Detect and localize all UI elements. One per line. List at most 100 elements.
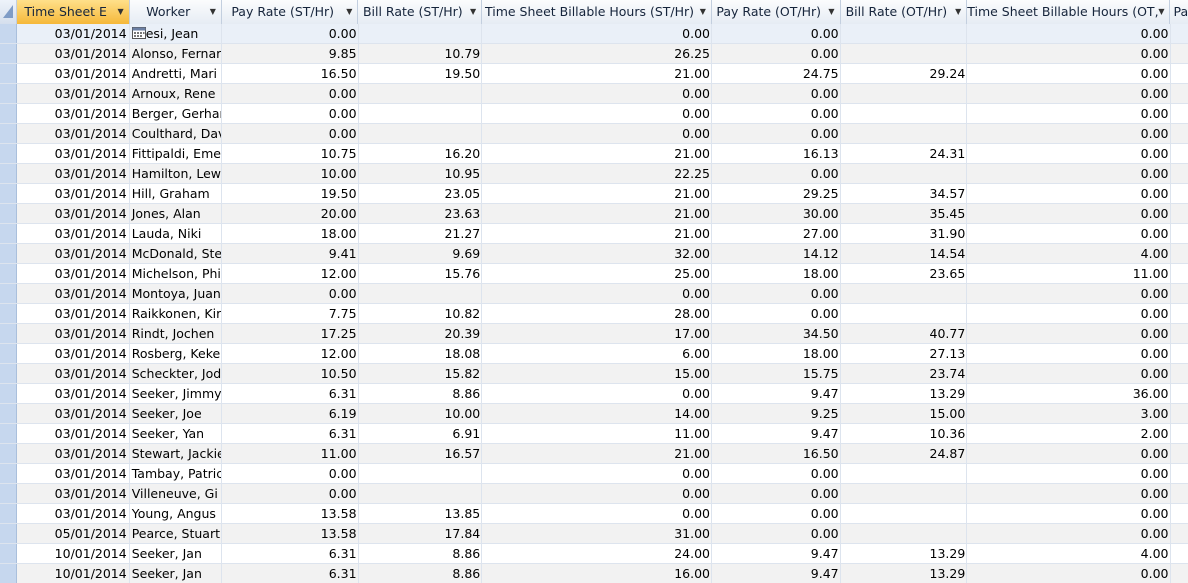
cell-pay-extra[interactable] bbox=[1171, 184, 1188, 203]
table-row[interactable]: 03/01/2014 Coulthard, Dav 0.00 0.00 0.00 0.00 bbox=[0, 124, 1188, 144]
table-row[interactable]: 03/01/2014 Arnoux, Rene 0.00 0.00 0.00 0.00 bbox=[0, 84, 1188, 104]
chevron-down-icon[interactable]: ▼ bbox=[700, 0, 706, 24]
column-header-pay-extra[interactable]: Pa bbox=[1170, 0, 1188, 24]
cell-worker[interactable]: Rosberg, Keke bbox=[130, 344, 223, 363]
cell-billable-hours-st[interactable]: 21.00 bbox=[482, 204, 712, 223]
cell-pay-rate-ot[interactable]: 24.75 bbox=[712, 64, 841, 83]
cell-pay-rate-st[interactable]: 6.31 bbox=[222, 564, 359, 583]
row-selector[interactable] bbox=[0, 404, 17, 423]
cell-worker[interactable]: Young, Angus bbox=[130, 504, 223, 523]
cell-pay-extra[interactable] bbox=[1171, 464, 1188, 483]
cell-bill-rate-st[interactable] bbox=[359, 124, 483, 143]
cell-billable-hours-st[interactable]: 21.00 bbox=[482, 144, 712, 163]
cell-worker[interactable]: Scheckter, Jod bbox=[130, 364, 223, 383]
cell-worker[interactable]: Seeker, Yan bbox=[130, 424, 223, 443]
cell-pay-rate-st[interactable]: 0.00 bbox=[222, 24, 359, 43]
cell-bill-rate-st[interactable]: 18.08 bbox=[359, 344, 483, 363]
cell-billable-hours-st[interactable]: 26.25 bbox=[482, 44, 712, 63]
cell-billable-hours-ot[interactable]: 0.00 bbox=[967, 484, 1171, 503]
cell-billable-hours-st[interactable]: 11.00 bbox=[482, 424, 712, 443]
cell-pay-extra[interactable] bbox=[1171, 224, 1188, 243]
table-row[interactable]: 05/01/2014 Pearce, Stuart 13.58 17.84 31.00 0… bbox=[0, 524, 1188, 544]
cell-time-sheet-end[interactable]: 03/01/2014 bbox=[17, 304, 130, 323]
cell-bill-rate-ot[interactable] bbox=[841, 484, 968, 503]
cell-pay-rate-st[interactable]: 0.00 bbox=[222, 104, 359, 123]
cell-pay-extra[interactable] bbox=[1171, 244, 1188, 263]
cell-pay-extra[interactable] bbox=[1171, 104, 1188, 123]
row-selector[interactable] bbox=[0, 564, 17, 583]
table-row[interactable]: 03/01/2014 Seeker, Yan 6.31 6.91 11.00 9.47 10… bbox=[0, 424, 1188, 444]
cell-billable-hours-ot[interactable]: 4.00 bbox=[967, 244, 1171, 263]
cell-billable-hours-ot[interactable]: 0.00 bbox=[967, 564, 1171, 583]
cell-bill-rate-st[interactable]: 10.79 bbox=[359, 44, 483, 63]
cell-billable-hours-ot[interactable]: 11.00 bbox=[967, 264, 1171, 283]
cell-time-sheet-end[interactable]: 03/01/2014 bbox=[17, 84, 130, 103]
row-selector[interactable] bbox=[0, 464, 17, 483]
cell-billable-hours-st[interactable]: 0.00 bbox=[482, 464, 712, 483]
cell-billable-hours-st[interactable]: 15.00 bbox=[482, 364, 712, 383]
row-selector[interactable] bbox=[0, 444, 17, 463]
table-row[interactable]: 03/01/2014 Fittipaldi, Eme 10.75 16.20 21.00… bbox=[0, 144, 1188, 164]
cell-bill-rate-ot[interactable]: 31.90 bbox=[841, 224, 968, 243]
cell-bill-rate-st[interactable] bbox=[359, 24, 483, 43]
cell-pay-rate-ot[interactable]: 9.25 bbox=[712, 404, 841, 423]
cell-worker[interactable]: Villeneuve, Gi bbox=[130, 484, 223, 503]
cell-bill-rate-st[interactable]: 15.76 bbox=[359, 264, 483, 283]
cell-pay-rate-ot[interactable]: 0.00 bbox=[712, 44, 841, 63]
cell-pay-rate-st[interactable]: 9.41 bbox=[222, 244, 359, 263]
cell-bill-rate-ot[interactable] bbox=[841, 524, 968, 543]
cell-billable-hours-st[interactable]: 21.00 bbox=[482, 444, 712, 463]
cell-pay-rate-st[interactable]: 6.31 bbox=[222, 544, 359, 563]
cell-bill-rate-st[interactable] bbox=[359, 84, 483, 103]
cell-time-sheet-end[interactable]: 03/01/2014 bbox=[17, 384, 130, 403]
cell-billable-hours-ot[interactable]: 0.00 bbox=[967, 124, 1171, 143]
row-selector[interactable] bbox=[0, 184, 17, 203]
cell-pay-rate-st[interactable]: 6.19 bbox=[222, 404, 359, 423]
cell-billable-hours-st[interactable]: 32.00 bbox=[482, 244, 712, 263]
cell-billable-hours-ot[interactable]: 0.00 bbox=[967, 304, 1171, 323]
table-row[interactable]: 03/01/2014 Villeneuve, Gi 0.00 0.00 0.00 0.00 bbox=[0, 484, 1188, 504]
cell-billable-hours-ot[interactable]: 0.00 bbox=[967, 64, 1171, 83]
cell-billable-hours-st[interactable]: 0.00 bbox=[482, 124, 712, 143]
column-header-bill-rate-ot[interactable]: Bill Rate (OT/Hr) ▼ bbox=[841, 0, 968, 24]
cell-bill-rate-ot[interactable]: 15.00 bbox=[841, 404, 968, 423]
cell-bill-rate-ot[interactable] bbox=[841, 464, 968, 483]
cell-pay-rate-st[interactable]: 18.00 bbox=[222, 224, 359, 243]
cell-bill-rate-st[interactable]: 10.00 bbox=[359, 404, 483, 423]
cell-bill-rate-st[interactable]: 13.85 bbox=[359, 504, 483, 523]
cell-time-sheet-end[interactable]: 05/01/2014 bbox=[17, 524, 130, 543]
cell-pay-rate-st[interactable]: 13.58 bbox=[222, 504, 359, 523]
cell-billable-hours-st[interactable]: 0.00 bbox=[482, 84, 712, 103]
cell-worker[interactable]: Hamilton, Lew bbox=[130, 164, 223, 183]
cell-billable-hours-st[interactable]: 24.00 bbox=[482, 544, 712, 563]
cell-time-sheet-end[interactable]: 10/01/2014 bbox=[17, 564, 130, 583]
row-selector[interactable] bbox=[0, 544, 17, 563]
table-row[interactable]: 03/01/2014 Hill, Graham 19.50 23.05 21.00 29.… bbox=[0, 184, 1188, 204]
cell-pay-extra[interactable] bbox=[1171, 524, 1188, 543]
cell-pay-extra[interactable] bbox=[1171, 284, 1188, 303]
cell-pay-rate-st[interactable]: 0.00 bbox=[222, 484, 359, 503]
cell-billable-hours-st[interactable]: 0.00 bbox=[482, 484, 712, 503]
cell-worker[interactable]: Berger, Gerhar bbox=[130, 104, 223, 123]
cell-bill-rate-ot[interactable] bbox=[841, 164, 968, 183]
row-selector[interactable] bbox=[0, 24, 17, 43]
column-header-worker[interactable]: Worker ▼ bbox=[130, 0, 222, 24]
table-row[interactable]: 03/01/2014 esi, Jean 0.00 0.00 0.00 0.00 bbox=[0, 24, 1188, 44]
cell-worker[interactable]: Rindt, Jochen bbox=[130, 324, 223, 343]
cell-bill-rate-st[interactable]: 16.20 bbox=[359, 144, 483, 163]
table-row[interactable]: 03/01/2014 Rosberg, Keke 12.00 18.08 6.00 18.… bbox=[0, 344, 1188, 364]
cell-time-sheet-end[interactable]: 03/01/2014 bbox=[17, 224, 130, 243]
cell-bill-rate-st[interactable]: 6.91 bbox=[359, 424, 483, 443]
cell-bill-rate-st[interactable]: 10.95 bbox=[359, 164, 483, 183]
cell-time-sheet-end[interactable]: 03/01/2014 bbox=[17, 464, 130, 483]
cell-pay-extra[interactable] bbox=[1171, 544, 1188, 563]
cell-pay-rate-ot[interactable]: 0.00 bbox=[712, 124, 841, 143]
cell-time-sheet-end[interactable]: 03/01/2014 bbox=[17, 404, 130, 423]
cell-billable-hours-ot[interactable]: 3.00 bbox=[967, 404, 1171, 423]
table-row[interactable]: 03/01/2014 Alonso, Fernar 9.85 10.79 26.25 0.… bbox=[0, 44, 1188, 64]
cell-bill-rate-st[interactable]: 9.69 bbox=[359, 244, 483, 263]
cell-time-sheet-end[interactable]: 03/01/2014 bbox=[17, 24, 130, 43]
table-row[interactable]: 03/01/2014 Raikkonen, Kir 7.75 10.82 28.00 0.… bbox=[0, 304, 1188, 324]
row-selector[interactable] bbox=[0, 144, 17, 163]
cell-pay-rate-st[interactable]: 0.00 bbox=[222, 284, 359, 303]
